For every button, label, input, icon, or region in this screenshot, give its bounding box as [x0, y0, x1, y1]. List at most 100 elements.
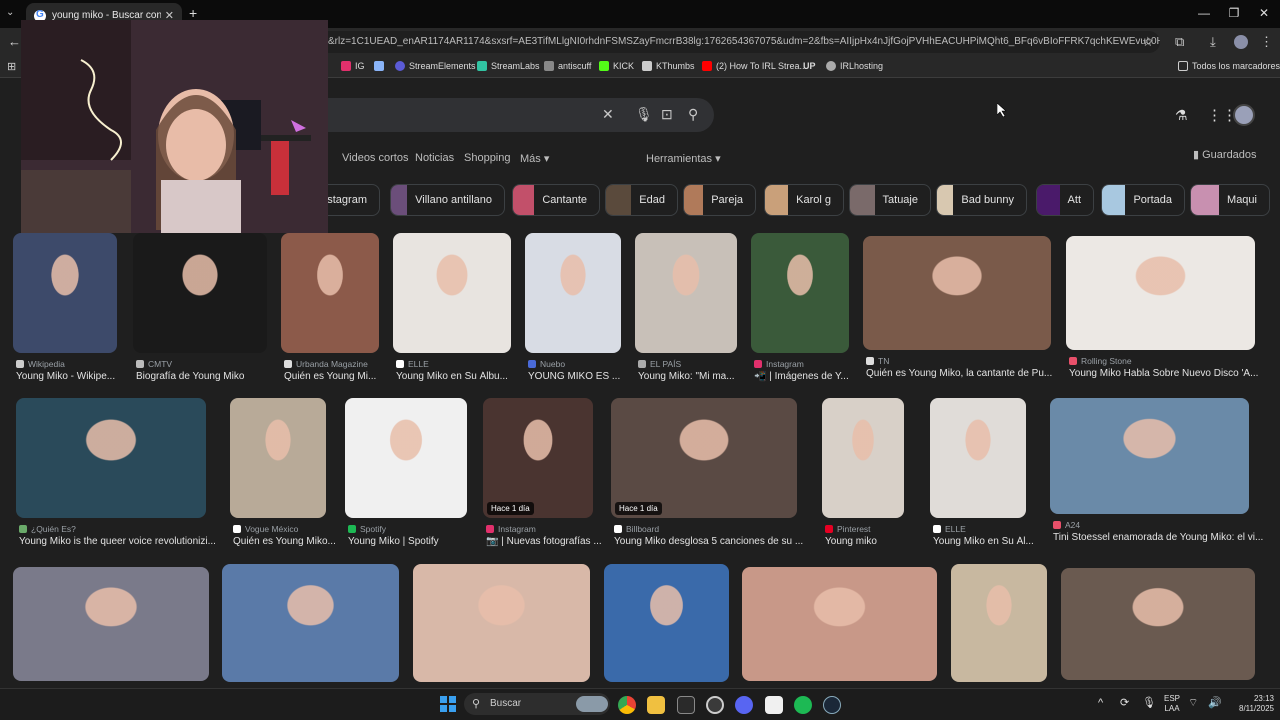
result-image[interactable] [345, 398, 467, 518]
result-title[interactable]: Young Miko Habla Sobre Nuevo Disco 'A... [1069, 368, 1258, 379]
result-source[interactable]: Instagram [486, 524, 536, 534]
tab-list-button[interactable]: ⌄ [6, 7, 20, 21]
result-image[interactable] [930, 398, 1026, 518]
result-image[interactable] [230, 398, 326, 518]
steam-icon[interactable] [823, 696, 841, 714]
result-image[interactable] [13, 567, 209, 681]
image-result[interactable]: CMTV Biografía de Young Miko [133, 233, 267, 385]
result-image[interactable] [393, 233, 511, 353]
image-result[interactable]: Rolling Stone Young Miko Habla Sobre Nuev… [1066, 236, 1258, 382]
bookmark-streamelements[interactable]: StreamElements [395, 61, 476, 71]
chip-edad[interactable]: Edad [605, 184, 678, 216]
wifi-icon[interactable]: ⌔ [1188, 698, 1198, 709]
result-title[interactable]: Young Miko en Su Álbu... [396, 371, 508, 382]
filter-mas[interactable]: Más ▾ [520, 152, 549, 165]
lens-icon[interactable]: ⊡ [661, 106, 673, 123]
result-title[interactable]: Biografía de Young Miko [136, 371, 244, 382]
obs-icon[interactable] [706, 696, 724, 714]
result-source[interactable]: Pinterest [825, 524, 871, 534]
result-title[interactable]: 📲 | Imágenes de Y... [754, 371, 849, 382]
result-image[interactable] [951, 564, 1047, 682]
result-title[interactable]: Quién es Young Miko, la cantante de Pu..… [866, 368, 1052, 379]
volume-icon[interactable]: 🔊 [1208, 698, 1222, 709]
chip-maqui[interactable]: Maqui [1190, 184, 1270, 216]
result-source[interactable]: Vogue México [233, 524, 298, 534]
chip-att[interactable]: Att [1036, 184, 1094, 216]
result-source[interactable]: ¿Quién Es? [19, 524, 76, 534]
result-source[interactable]: TN [866, 356, 889, 366]
result-image[interactable] [16, 398, 206, 518]
image-result[interactable]: Urbanda Magazine Quién es Young Mi... [281, 233, 401, 385]
result-image[interactable] [483, 398, 593, 518]
result-source[interactable]: Billboard [614, 524, 659, 534]
spotify-icon[interactable] [794, 696, 812, 714]
result-image[interactable] [822, 398, 904, 518]
result-image[interactable] [222, 564, 399, 682]
chip-karol-g[interactable]: Karol g [764, 184, 844, 216]
image-result[interactable]: EL PAÍS Young Miko: "Mi ma... [635, 233, 755, 385]
result-title[interactable]: Young miko [825, 536, 877, 547]
result-source[interactable]: ELLE [933, 524, 966, 534]
result-source[interactable]: EL PAÍS [638, 359, 681, 369]
result-title[interactable]: Young Miko - Wikipe... [16, 371, 115, 382]
back-icon[interactable]: ← [8, 34, 21, 49]
labs-icon[interactable]: ⚗ [1175, 107, 1188, 124]
profile-avatar[interactable] [1234, 35, 1248, 49]
result-title[interactable]: Young Miko | Spotify [348, 536, 439, 547]
apps-icon[interactable]: ⊞ [7, 60, 16, 73]
search-icon[interactable]: ⚲ [688, 106, 698, 123]
image-result[interactable]: TN Quién es Young Miko, la cantante de Pu… [863, 236, 1052, 382]
bookmark-youtube[interactable]: (2) How To IRL Strea... [702, 61, 807, 71]
bookmark-ig[interactable]: IG [341, 61, 365, 71]
result-source[interactable]: Spotify [348, 524, 386, 534]
image-result[interactable]: Hace 1 día Instagram 📷 | Nuevas fotografía… [483, 398, 603, 550]
image-result[interactable]: Instagram 📲 | Imágenes de Y... [751, 233, 871, 385]
result-title[interactable]: Quién es Young Miko... [233, 536, 336, 547]
result-title[interactable]: YOUNG MIKO ES ... [528, 371, 620, 382]
address-bar[interactable]: &rlz=1C1UEAD_enAR1174AR1174&sxsrf=AE3Tif… [300, 31, 1160, 53]
chip-pareja[interactable]: Pareja [683, 184, 756, 216]
mic-tray-icon[interactable]: 🎙 [1142, 698, 1156, 709]
result-title[interactable]: Tini Stoessel enamorada de Young Miko: e… [1053, 532, 1263, 543]
tools-button[interactable]: Herramientas ▾ [646, 152, 721, 165]
new-tab-button[interactable]: + [189, 5, 197, 21]
bookmark-star-icon[interactable]: ☆ [1142, 34, 1154, 50]
clear-search-icon[interactable]: ✕ [602, 106, 614, 123]
image-result[interactable]: Wikipedia Young Miko - Wikipe... [13, 233, 133, 385]
result-source[interactable]: CMTV [136, 359, 172, 369]
result-image[interactable] [13, 233, 117, 353]
result-title[interactable]: Young Miko en Su Ál... [933, 536, 1034, 547]
result-title[interactable]: Young Miko desglosa 5 canciones de su ..… [614, 536, 803, 547]
result-image[interactable] [1061, 568, 1255, 680]
result-source[interactable]: Wikipedia [16, 359, 65, 369]
saved-button[interactable]: ▮ Guardados [1193, 148, 1257, 161]
result-image[interactable] [751, 233, 849, 353]
result-source[interactable]: Urbanda Magazine [284, 359, 368, 369]
image-result[interactable]: ELLE Young Miko en Su Álbu... [393, 233, 513, 385]
capcut-icon[interactable] [765, 696, 783, 714]
extensions-icon[interactable]: ⧉ [1175, 34, 1184, 50]
image-result[interactable]: A24 Tini Stoessel enamorada de Young Miko… [1050, 398, 1263, 546]
result-source[interactable]: A24 [1053, 520, 1080, 530]
mic-icon[interactable]: 🎙 [635, 106, 653, 123]
result-title[interactable]: Young Miko: "Mi ma... [638, 371, 735, 382]
result-image[interactable] [611, 398, 797, 518]
download-icon[interactable]: ⤓ [1210, 34, 1216, 50]
image-result[interactable]: ELLE Young Miko en Su Ál... [930, 398, 1050, 550]
result-source[interactable]: Instagram [754, 359, 804, 369]
chrome-icon[interactable] [618, 696, 636, 714]
result-image[interactable] [742, 567, 937, 681]
result-source[interactable]: Rolling Stone [1069, 356, 1132, 366]
close-window-button[interactable]: ✕ [1254, 6, 1274, 20]
network-icon[interactable]: ⟳ [1120, 698, 1129, 709]
result-title[interactable]: Young Miko is the queer voice revolution… [19, 536, 216, 547]
result-image[interactable] [133, 233, 267, 353]
chip-tatuaje[interactable]: Tatuaje [849, 184, 931, 216]
result-image[interactable] [604, 564, 729, 682]
chip-bad-bunny[interactable]: Bad bunny [936, 184, 1027, 216]
discord-icon[interactable] [735, 696, 753, 714]
result-image[interactable] [863, 236, 1051, 350]
result-image[interactable] [525, 233, 621, 353]
bookmark-irlhosting[interactable]: IRLhosting [826, 61, 883, 71]
bookmark-streamlabs[interactable]: StreamLabs [477, 61, 540, 71]
